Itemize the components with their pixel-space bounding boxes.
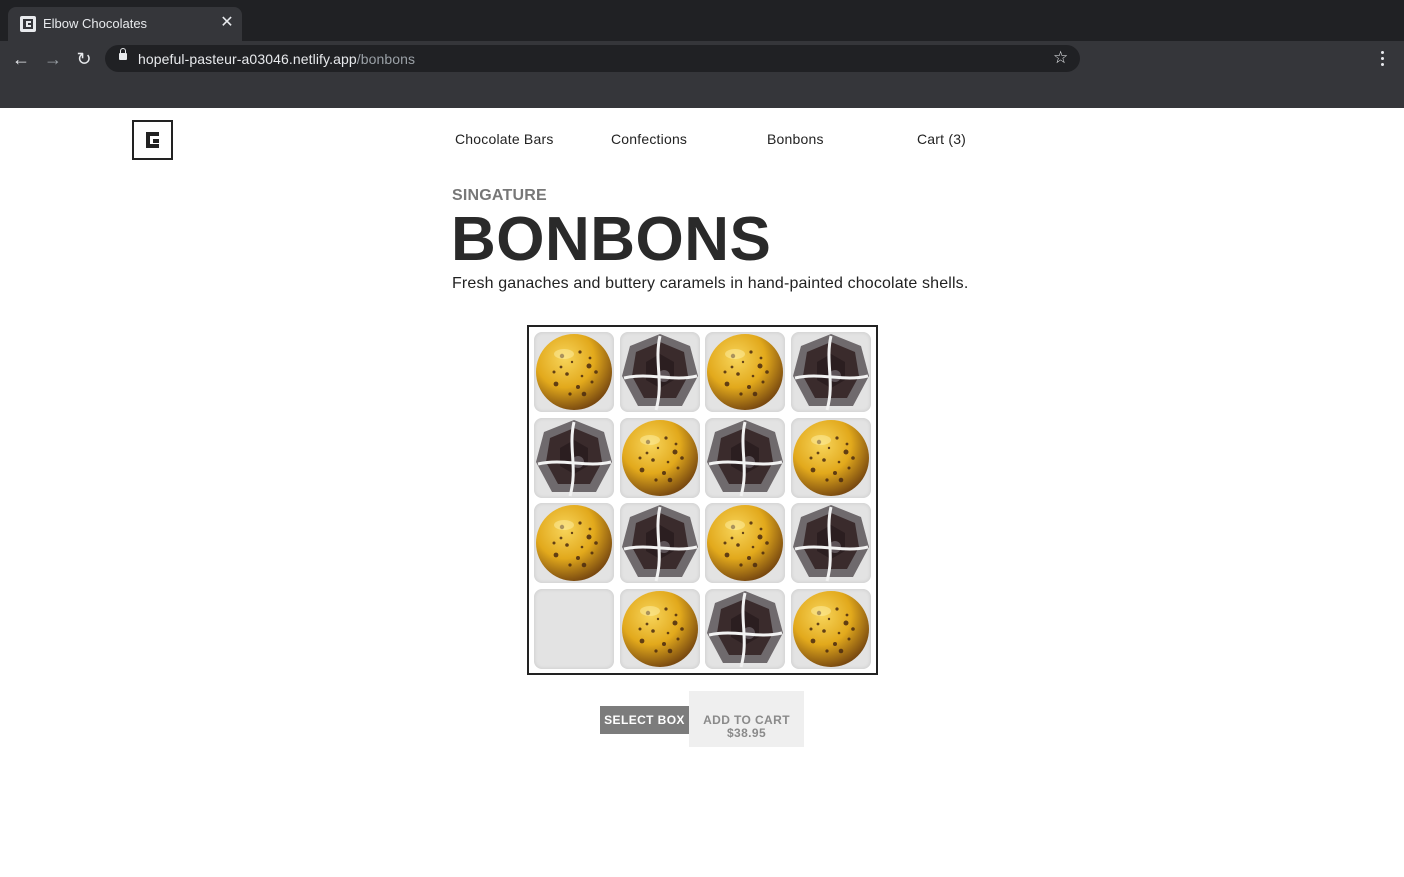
site-logo[interactable] (132, 120, 173, 160)
dark-bonbon-icon (707, 419, 783, 496)
add-to-cart-button[interactable]: ADD TO CART $38.95 (689, 691, 804, 747)
gold-bonbon-icon (792, 590, 869, 667)
gold-bonbon-icon (707, 505, 783, 581)
url-host: hopeful-pasteur-a03046.netlify.app (138, 51, 357, 67)
dark-bonbon-icon (621, 505, 698, 582)
browser-chrome: Elbow Chocolates ✕ ← → ↻ hopeful-pasteur… (0, 0, 1404, 108)
back-button[interactable]: ← (9, 47, 33, 71)
bonbon-slot[interactable] (534, 332, 614, 412)
nav-confections[interactable]: Confections (611, 131, 687, 147)
page-subtitle: Fresh ganaches and buttery caramels in h… (452, 275, 969, 292)
bonbon-slot[interactable] (790, 588, 871, 669)
gold-bonbon-icon (536, 334, 612, 410)
bonbon-box (527, 325, 878, 675)
tab-strip: Elbow Chocolates ✕ (0, 0, 1404, 41)
url-text: hopeful-pasteur-a03046.netlify.app/bonbo… (138, 51, 415, 67)
bonbon-slot[interactable] (790, 503, 871, 583)
dark-bonbon-icon (621, 334, 698, 411)
bonbon-slot[interactable] (705, 332, 785, 412)
gold-bonbon-icon (621, 419, 698, 496)
dark-bonbon-icon (707, 590, 783, 667)
browser-tab[interactable]: Elbow Chocolates ✕ (8, 7, 242, 41)
bonbon-slot[interactable] (790, 417, 871, 498)
dark-bonbon-icon (792, 334, 869, 411)
page-title: BONBONS (451, 205, 772, 274)
nav-cart[interactable]: Cart (3) (917, 131, 966, 147)
bonbon-slot[interactable] (534, 503, 614, 583)
dark-bonbon-icon (536, 419, 612, 496)
gold-bonbon-icon (621, 590, 698, 667)
gold-bonbon-icon (792, 419, 869, 496)
bonbon-slot[interactable] (705, 417, 785, 498)
bonbon-slot[interactable] (619, 588, 700, 669)
dark-bonbon-icon (792, 505, 869, 582)
bonbon-slot[interactable] (705, 503, 785, 583)
bookmark-star-icon[interactable]: ☆ (1053, 48, 1068, 68)
bonbon-slot[interactable] (790, 332, 871, 412)
close-tab-icon[interactable]: ✕ (218, 13, 236, 33)
nav-chocolate-bars[interactable]: Chocolate Bars (455, 131, 554, 147)
bonbon-slot[interactable] (705, 588, 785, 669)
favicon-icon (20, 16, 36, 32)
lock-icon (119, 48, 127, 60)
select-box-button[interactable]: SELECT BOX (600, 706, 689, 734)
bonbon-slot[interactable] (619, 332, 700, 412)
gold-bonbon-icon (707, 334, 783, 410)
address-bar[interactable]: hopeful-pasteur-a03046.netlify.app/bonbo… (105, 45, 1080, 72)
reload-button[interactable]: ↻ (72, 47, 96, 71)
nav-bonbons[interactable]: Bonbons (767, 131, 824, 147)
forward-button[interactable]: → (41, 47, 65, 71)
bonbon-slot[interactable] (619, 417, 700, 498)
browser-menu-icon[interactable] (1374, 48, 1390, 70)
url-path: /bonbons (356, 51, 416, 67)
empty-slot[interactable] (534, 588, 614, 669)
logo-e-bar (153, 139, 159, 143)
gold-bonbon-icon (536, 505, 612, 581)
cart-price: $38.95 (726, 726, 767, 740)
bonbon-slot[interactable] (619, 503, 700, 583)
tab-title: Elbow Chocolates (43, 16, 148, 31)
bonbon-slot[interactable] (534, 417, 614, 498)
